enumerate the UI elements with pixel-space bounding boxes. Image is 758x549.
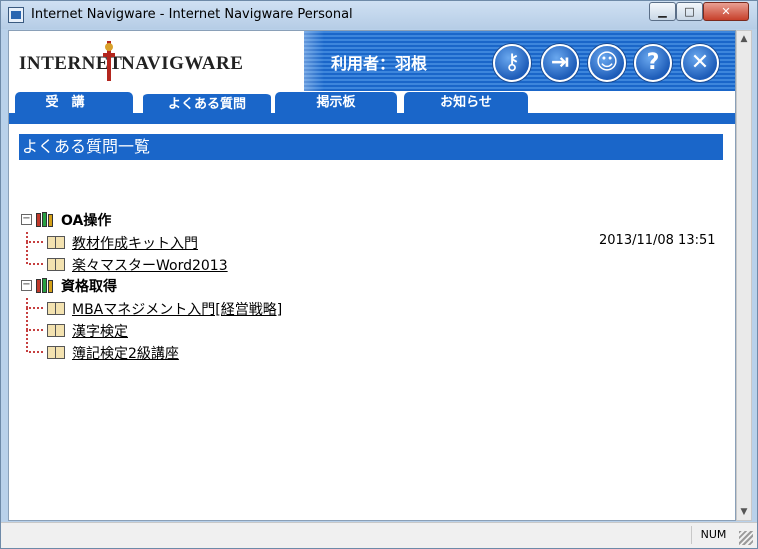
minimize-button[interactable]: ▁ [649,2,676,21]
close-icon: ✕ [690,50,710,75]
header-banner-fade [264,31,324,91]
tab-bulletin-board[interactable]: 掲示板 [275,92,397,114]
open-book-icon [47,236,65,249]
app-window: Internet Navigware - Internet Navigware … [0,0,758,549]
tree-connector [26,342,45,353]
app-icon [8,7,24,23]
profile-button[interactable]: ☺ [588,44,626,82]
faq-link[interactable]: 楽々マスターWord2013 [72,255,228,275]
tree-connector [26,298,45,318]
open-book-icon [47,302,65,315]
faq-link[interactable]: 簿記検定2級講座 [72,343,179,363]
user-name-label: 利用者：羽根 [331,54,428,73]
app-header: INTERNET NAVIGWARE 利用者：羽根 ⚷ ⇥ ☺ ? ✕ [9,31,735,91]
list-item[interactable]: 簿記検定2級講座 [21,342,721,362]
navigware-logo: INTERNET NAVIGWARE [19,39,243,83]
smiley-icon: ☺ [595,50,619,75]
books-icon [36,278,54,293]
maximize-button[interactable]: □ [676,2,703,21]
help-icon: ? [646,50,660,75]
logo-text-navigware: NAVIGWARE [121,53,244,74]
faq-link[interactable]: MBAマネジメント入門[経営戦略] [72,299,282,319]
exit-door-icon: ⇥ [550,50,570,75]
books-icon [36,212,54,227]
faq-content: よくある質問一覧 − OA操作 教材作成キット入門 2013/11/08 13:… [9,124,735,520]
list-item[interactable]: MBAマネジメント入門[経営戦略] [21,298,721,318]
tab-announcements[interactable]: お知らせ [404,92,528,114]
list-item[interactable]: 教材作成キット入門 2013/11/08 13:51 [21,232,721,252]
close-button[interactable]: ✕ [703,2,749,21]
open-book-icon [47,258,65,271]
maximize-icon: □ [684,5,695,18]
section-title: よくある質問一覧 [19,134,723,160]
resize-grip-icon[interactable] [739,531,753,545]
minimize-icon: ▁ [658,5,667,18]
open-book-icon [47,324,65,337]
tree-connector [26,254,45,265]
tree-connector [26,320,45,340]
list-item[interactable]: 楽々マスターWord2013 [21,254,721,274]
open-book-icon [47,346,65,359]
tab-jukou[interactable]: 受 講 [15,92,133,114]
list-item[interactable]: 漢字検定 [21,320,721,340]
faq-link[interactable]: 漢字検定 [72,321,128,341]
tab-bar-underline [9,113,735,124]
logo-mark-icon [103,41,115,81]
vertical-scrollbar[interactable]: ▲ ▼ [736,30,752,521]
tree-connector [26,232,45,252]
num-lock-indicator: NUM [691,526,735,544]
collapse-icon[interactable]: − [21,214,32,225]
status-bar: NUM [1,522,757,548]
collapse-icon[interactable]: − [21,280,32,291]
tree-category[interactable]: − OA操作 [21,210,721,230]
exit-button[interactable]: ⇥ [541,44,579,82]
close-icon: ✕ [721,5,731,18]
key-icon: ⚷ [503,50,521,75]
window-title: Internet Navigware - Internet Navigware … [31,7,353,22]
category-label: OA操作 [61,213,112,229]
key-button[interactable]: ⚷ [493,44,531,82]
scroll-down-icon[interactable]: ▼ [737,504,751,520]
category-label: 資格取得 [61,279,117,295]
tab-faq[interactable]: よくある質問 [143,92,271,114]
item-date: 2013/11/08 13:51 [599,233,716,248]
app-close-button[interactable]: ✕ [681,44,719,82]
scroll-up-icon[interactable]: ▲ [737,31,751,47]
title-bar[interactable]: Internet Navigware - Internet Navigware … [1,1,757,29]
tree-category[interactable]: − 資格取得 [21,276,721,296]
client-area: INTERNET NAVIGWARE 利用者：羽根 ⚷ ⇥ ☺ ? ✕ 受 講 … [8,30,736,521]
help-button[interactable]: ? [634,44,672,82]
faq-link[interactable]: 教材作成キット入門 [72,233,198,253]
